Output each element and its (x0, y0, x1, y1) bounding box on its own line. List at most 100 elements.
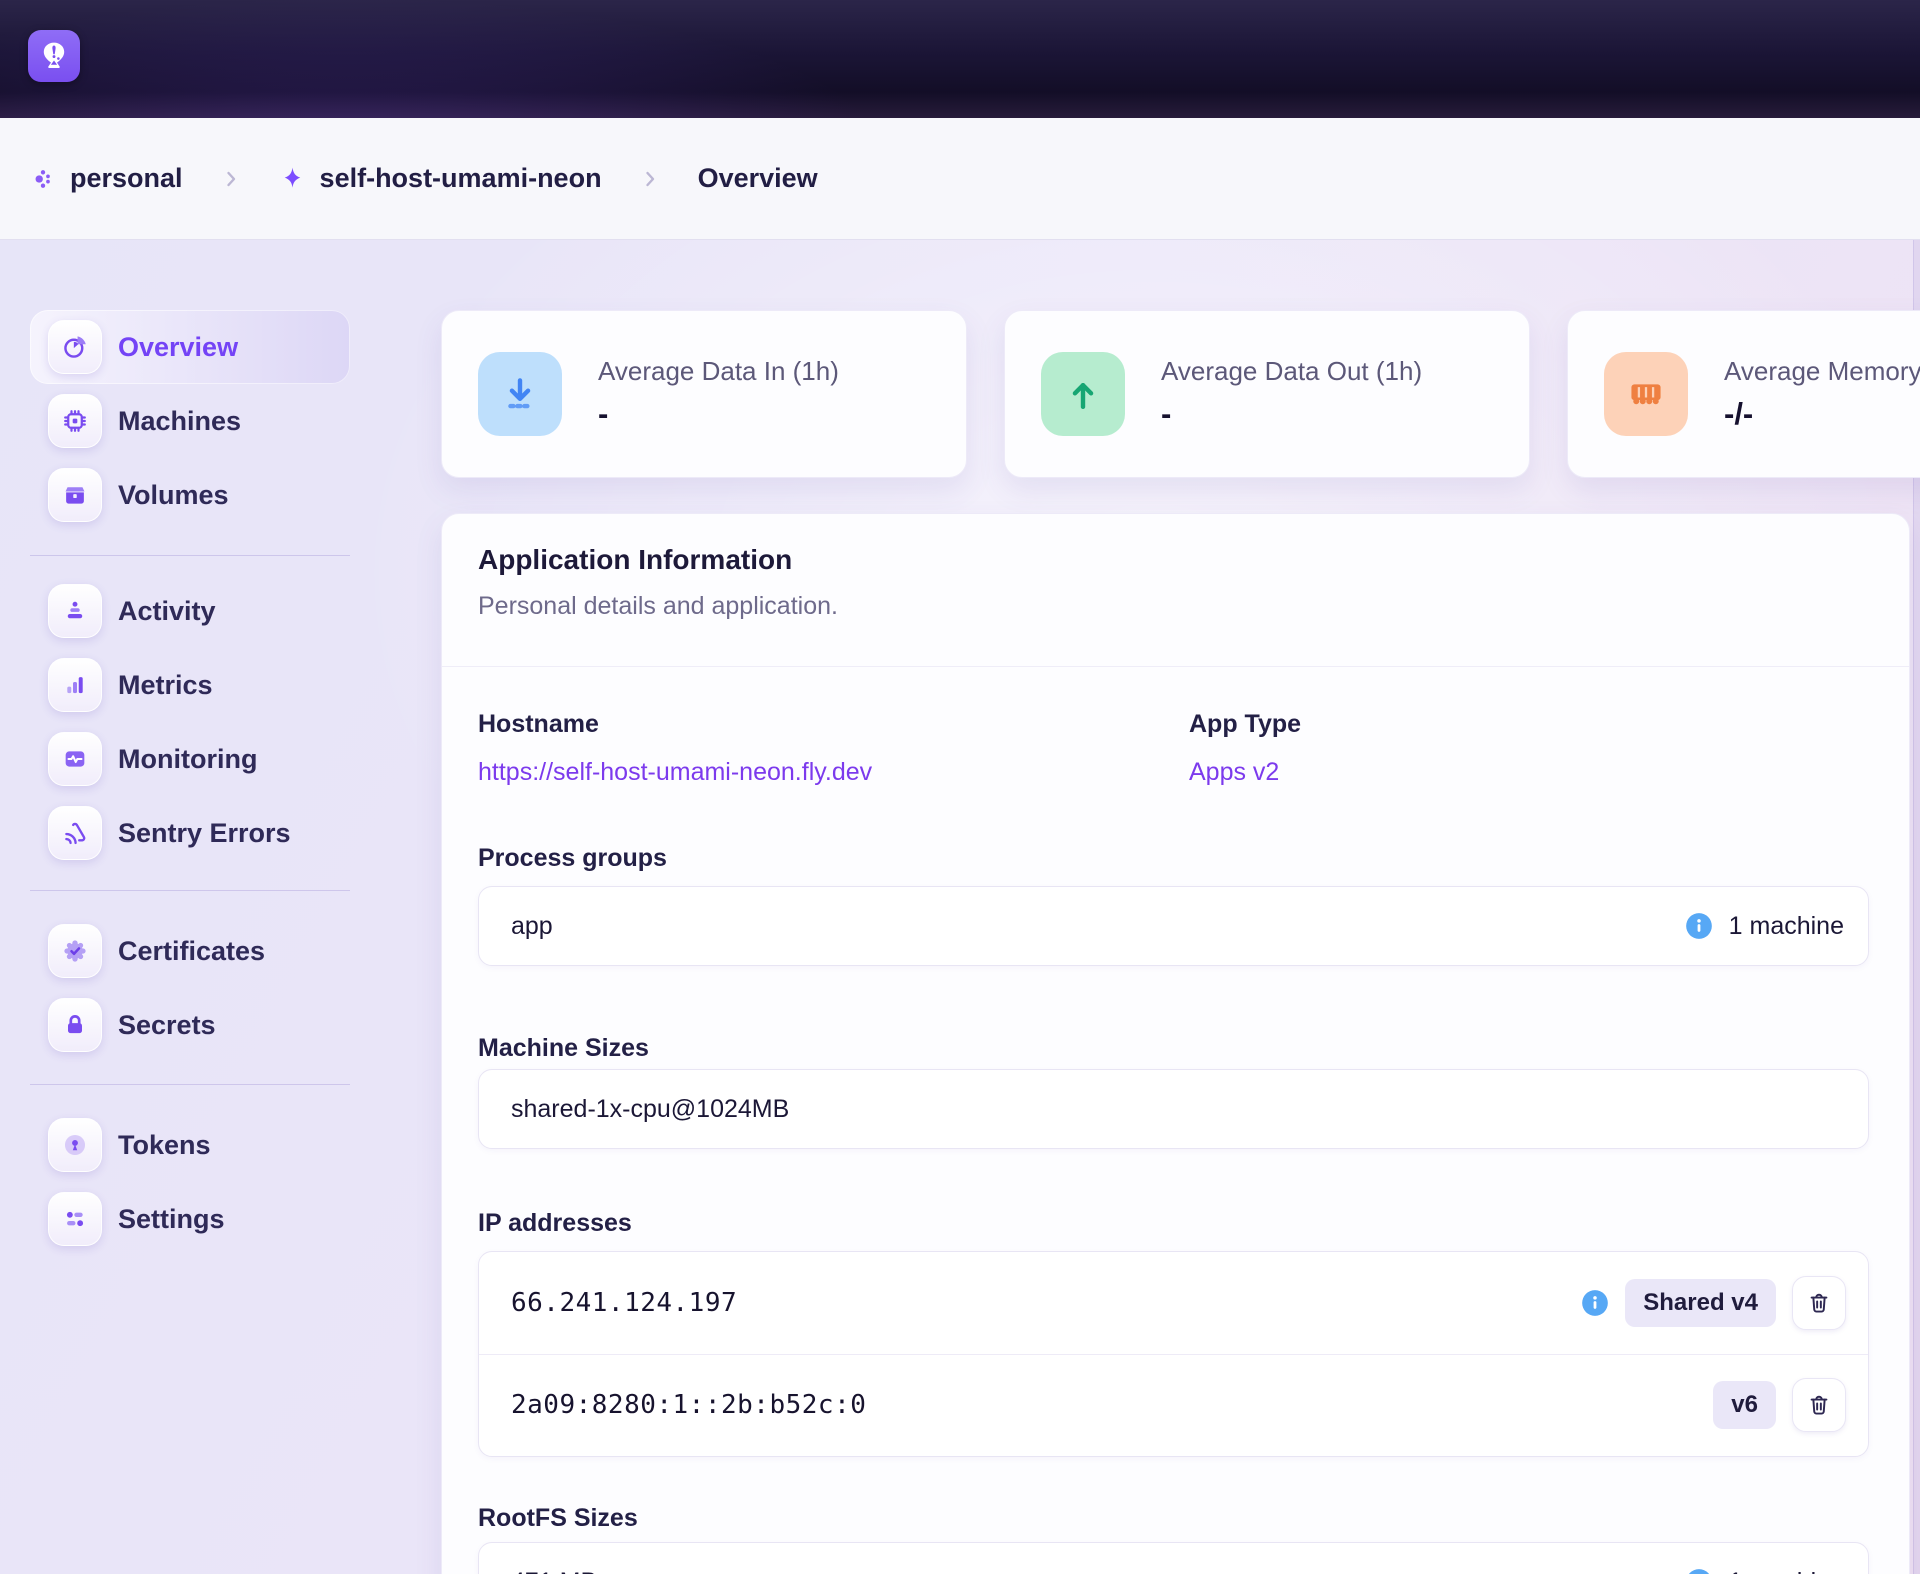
ip-address-row: 2a09:8280:1::2b:b52c:0 v6 (479, 1354, 1868, 1456)
breadcrumb-org[interactable]: personal (30, 163, 183, 194)
machine-sizes-label: Machine Sizes (478, 1034, 649, 1063)
memory-ram-icon (1604, 352, 1688, 436)
sidebar-item-volumes[interactable]: Volumes (30, 458, 350, 532)
process-groups-label: Process groups (478, 844, 667, 873)
machine-size-value: shared-1x-cpu@1024MB (511, 1095, 789, 1124)
rootfs-meta: 1 machine (1685, 1568, 1844, 1574)
sidebar-item-label: Metrics (118, 670, 213, 701)
cpu-chip-icon (48, 394, 102, 448)
breadcrumb-org-label: personal (70, 163, 183, 194)
ip-type-badge: Shared v4 (1625, 1279, 1776, 1327)
sidebar-divider (30, 1084, 350, 1085)
sidebar-item-label: Sentry Errors (118, 818, 291, 849)
stat-card-value: - (1161, 396, 1422, 432)
sidebar-item-metrics[interactable]: Metrics (30, 648, 350, 722)
stat-card-value: -/- (1724, 396, 1920, 432)
delete-ip-button[interactable] (1792, 1276, 1846, 1330)
section-subtitle: Personal details and application. (478, 592, 838, 621)
fly-logo[interactable] (28, 30, 80, 82)
main-content: Overview Machines (0, 240, 1920, 1574)
info-circle-icon[interactable] (1685, 1568, 1713, 1574)
stat-card-value: - (598, 396, 839, 432)
sparkle-icon (279, 165, 306, 192)
sidebar-item-label: Tokens (118, 1130, 211, 1161)
machine-size-row: shared-1x-cpu@1024MB (478, 1069, 1869, 1149)
sidebar-item-label: Machines (118, 406, 241, 437)
sidebar-item-activity[interactable]: Activity (30, 574, 350, 648)
process-group-name: app (511, 912, 553, 941)
machine-count-label: 1 machine (1729, 912, 1844, 941)
org-dots-icon (30, 166, 56, 192)
chevron-right-icon (638, 167, 662, 191)
process-group-meta: 1 machine (1685, 912, 1844, 941)
app-root: personal self-host-umami-neon Overview (0, 0, 1920, 1574)
certificate-badge-icon (48, 924, 102, 978)
sentry-icon (48, 806, 102, 860)
heartbeat-monitor-icon (48, 732, 102, 786)
section-title: Application Information (478, 544, 792, 576)
breadcrumb-current: Overview (698, 163, 818, 194)
hostname-label: Hostname (478, 710, 599, 739)
breadcrumb: personal self-host-umami-neon Overview (0, 118, 1920, 240)
chevron-right-icon (219, 167, 243, 191)
rootfs-size-row: 471 MB 1 machine (478, 1542, 1869, 1574)
info-circle-icon[interactable] (1581, 1289, 1609, 1317)
sidebar-item-certificates[interactable]: Certificates (30, 914, 350, 988)
sidebar-item-label: Monitoring (118, 744, 257, 775)
sidebar-item-sentry-errors[interactable]: Sentry Errors (30, 796, 350, 870)
keyhole-icon (48, 1118, 102, 1172)
ip-type-badge: v6 (1713, 1381, 1776, 1429)
ip-addresses-box: 66.241.124.197 Shared v4 (478, 1251, 1869, 1457)
activity-stack-icon (48, 584, 102, 638)
package-icon (48, 468, 102, 522)
ip-addresses-label: IP addresses (478, 1209, 632, 1238)
toggles-icon (48, 1192, 102, 1246)
delete-ip-button[interactable] (1792, 1378, 1846, 1432)
sidebar-item-monitoring[interactable]: Monitoring (30, 722, 350, 796)
sidebar-item-label: Overview (118, 332, 238, 363)
sidebar-item-label: Volumes (118, 480, 229, 511)
upload-arrow-icon (1041, 352, 1125, 436)
breadcrumb-app-label: self-host-umami-neon (320, 163, 602, 194)
stat-card-text: Average Data In (1h) - (598, 356, 839, 432)
top-navigation-bar (0, 0, 1920, 118)
rootfs-sizes-label: RootFS Sizes (478, 1504, 638, 1533)
sidebar-divider (30, 890, 350, 891)
sidebar-item-secrets[interactable]: Secrets (30, 988, 350, 1062)
ip-address-value: 66.241.124.197 (511, 1288, 737, 1318)
sidebar-item-label: Secrets (118, 1010, 216, 1041)
app-type-link[interactable]: Apps v2 (1189, 758, 1279, 787)
info-circle-icon[interactable] (1685, 912, 1713, 940)
stat-card-label: Average Data Out (1h) (1161, 356, 1422, 387)
stat-card-memory: Average Memory -/- (1567, 310, 1920, 478)
stat-card-data-out: Average Data Out (1h) - (1004, 310, 1530, 478)
pie-chart-icon (48, 320, 102, 374)
sidebar-item-settings[interactable]: Settings (30, 1182, 350, 1256)
ip-address-meta: Shared v4 (1581, 1276, 1846, 1330)
process-group-row: app 1 machine (478, 886, 1869, 966)
section-divider (442, 666, 1909, 667)
fly-balloon-icon (37, 39, 71, 73)
sidebar-item-label: Activity (118, 596, 216, 627)
sidebar-item-machines[interactable]: Machines (30, 384, 350, 458)
stat-card-text: Average Memory -/- (1724, 356, 1920, 432)
rootfs-size-value: 471 MB (511, 1568, 597, 1574)
download-arrow-icon (478, 352, 562, 436)
ip-address-value: 2a09:8280:1::2b:b52c:0 (511, 1390, 866, 1420)
ip-address-row: 66.241.124.197 Shared v4 (479, 1252, 1868, 1354)
sidebar-nav: Overview Machines (30, 310, 350, 1256)
sidebar-item-label: Settings (118, 1204, 225, 1235)
sidebar-item-tokens[interactable]: Tokens (30, 1108, 350, 1182)
sidebar-item-label: Certificates (118, 936, 265, 967)
stat-card-label: Average Memory (1724, 356, 1920, 387)
bar-chart-icon (48, 658, 102, 712)
stat-cards-row: Average Data In (1h) - Average Data Out … (441, 310, 1920, 478)
sidebar-item-overview[interactable]: Overview (30, 310, 350, 384)
app-type-label: App Type (1189, 710, 1301, 739)
sidebar-divider (30, 555, 350, 556)
stat-card-label: Average Data In (1h) (598, 356, 839, 387)
breadcrumb-app[interactable]: self-host-umami-neon (279, 163, 602, 194)
hostname-link[interactable]: https://self-host-umami-neon.fly.dev (478, 758, 872, 787)
ip-address-meta: v6 (1713, 1378, 1846, 1432)
stat-card-text: Average Data Out (1h) - (1161, 356, 1422, 432)
